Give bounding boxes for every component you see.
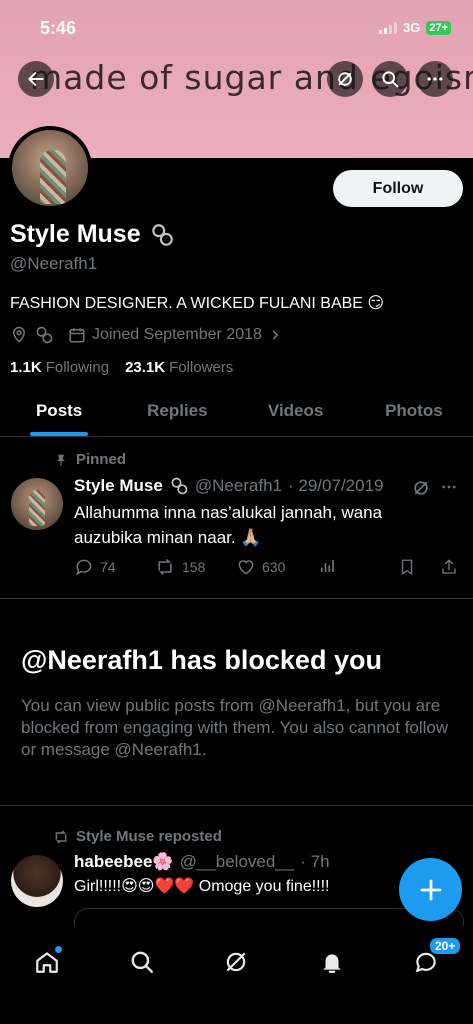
pinned-label: Pinned xyxy=(76,451,127,468)
home-badge xyxy=(55,946,62,953)
grok-button[interactable] xyxy=(327,61,363,97)
repost-icon xyxy=(55,829,67,844)
post-actions: 74 158 630 xyxy=(74,557,464,579)
bookmark-button[interactable] xyxy=(398,557,416,577)
post-text: Girl!!!!!😍😍❤️❤️ Omoge you fine!!!! xyxy=(74,878,330,895)
repost-button[interactable]: 158 xyxy=(154,557,205,577)
reposted-label[interactable]: Style Muse reposted xyxy=(76,828,222,845)
post-header: Style Muse @Neerafh1 · 29/07/2019 xyxy=(74,476,383,496)
followers-link[interactable]: 23.1K Followers xyxy=(125,359,233,376)
arrow-left-icon xyxy=(28,72,44,86)
post-date: · 29/07/2019 xyxy=(288,476,384,495)
nav-home[interactable] xyxy=(27,942,67,982)
back-button[interactable] xyxy=(18,61,54,97)
bookmark-icon xyxy=(401,559,413,576)
reposted-label-row: Style Muse reposted xyxy=(52,828,222,845)
messages-badge: 20+ xyxy=(428,936,463,956)
divider xyxy=(0,598,473,599)
signal-icon xyxy=(378,21,397,34)
tab-photos[interactable]: Photos xyxy=(355,388,473,436)
parody-badge-icon xyxy=(171,477,188,495)
share-icon xyxy=(442,559,456,574)
reply-count: 74 xyxy=(100,559,116,575)
grok-icon xyxy=(414,481,428,495)
profile-bio: FASHION DESIGNER. A WICKED FULANI BABE 😏 xyxy=(10,295,385,312)
nav-search[interactable] xyxy=(122,942,162,982)
follow-counts: 1.1K Following 23.1K Followers xyxy=(10,359,233,376)
profile-name-row: Style Muse xyxy=(10,220,175,249)
more-icon xyxy=(427,77,443,81)
post-author-handle[interactable]: @Neerafh1 xyxy=(195,476,282,496)
follow-button[interactable]: Follow xyxy=(333,170,463,207)
post-text: Allahumma inna nas’alukal jannah, wana a… xyxy=(74,503,383,547)
post-more-button[interactable] xyxy=(440,478,458,501)
views-button[interactable] xyxy=(318,557,336,575)
following-label: Following xyxy=(45,359,110,376)
status-time: 5:46 xyxy=(40,18,77,38)
heart-icon xyxy=(238,560,254,575)
views-icon xyxy=(320,560,334,572)
profile-handle: @Neerafh1 xyxy=(10,254,98,273)
status-bar: 5:46 3G 27+ xyxy=(0,0,473,56)
pin-icon xyxy=(56,454,66,466)
search-button[interactable] xyxy=(372,61,408,97)
post-avatar[interactable] xyxy=(11,855,63,907)
share-button[interactable] xyxy=(440,557,458,577)
joined-date: Joined September 2018 xyxy=(92,326,262,343)
reply-button[interactable]: 74 xyxy=(74,557,116,577)
bell-icon xyxy=(323,954,341,973)
tab-posts[interactable]: Posts xyxy=(0,388,118,436)
compose-button[interactable] xyxy=(399,858,462,921)
post-author-handle[interactable]: @__beloved__ xyxy=(180,852,295,872)
network-type: 3G xyxy=(402,20,421,35)
search-icon xyxy=(131,951,153,973)
profile-name: Style Muse xyxy=(10,220,141,248)
profile-avatar[interactable] xyxy=(8,126,92,210)
calendar-icon xyxy=(69,328,85,343)
repost-count: 158 xyxy=(182,559,206,575)
tab-videos[interactable]: Videos xyxy=(237,388,355,436)
reply-icon xyxy=(75,559,92,576)
blocked-title: @Neerafh1 has blocked you xyxy=(21,645,382,675)
parody-badge-icon xyxy=(151,223,173,246)
profile-meta: Joined September 2018 xyxy=(10,325,282,345)
following-link[interactable]: 1.1K Following xyxy=(10,359,109,376)
chevron-right-icon[interactable] xyxy=(268,328,282,342)
more-icon xyxy=(442,485,456,489)
post-time: · 7h xyxy=(300,852,330,871)
grok-icon xyxy=(226,952,246,972)
more-button[interactable] xyxy=(417,61,453,97)
location-icon xyxy=(12,326,26,343)
search-icon xyxy=(382,71,399,88)
pinned-label-row: Pinned xyxy=(54,451,126,468)
nav-messages[interactable]: 20+ xyxy=(406,936,463,982)
home-icon xyxy=(36,952,58,973)
nav-grok[interactable] xyxy=(216,942,256,982)
repost-icon xyxy=(158,558,172,576)
plus-icon xyxy=(420,879,441,900)
nav-notifications[interactable] xyxy=(312,942,352,982)
post-author-name[interactable]: Style Muse xyxy=(74,476,163,496)
grok-icon xyxy=(338,72,352,86)
profile-tabs: Posts Replies Videos Photos xyxy=(0,388,473,437)
post-author-name[interactable]: habeebee🌸 xyxy=(74,852,174,872)
battery-icon: 27+ xyxy=(426,20,451,35)
like-count: 630 xyxy=(262,559,286,575)
divider xyxy=(0,805,473,806)
parody-badge-icon xyxy=(36,326,53,344)
bottom-navigation: 20+ xyxy=(0,926,473,1024)
followers-count: 23.1K xyxy=(125,359,166,376)
following-count: 1.1K xyxy=(10,359,42,376)
tab-replies[interactable]: Replies xyxy=(118,388,236,436)
like-button[interactable]: 630 xyxy=(236,557,285,577)
followers-label: Followers xyxy=(169,359,234,376)
post-header: habeebee🌸 @__beloved__ · 7h xyxy=(74,852,330,872)
blocked-description: You can view public posts from @Neerafh1… xyxy=(21,696,449,759)
post-avatar[interactable] xyxy=(11,478,63,530)
